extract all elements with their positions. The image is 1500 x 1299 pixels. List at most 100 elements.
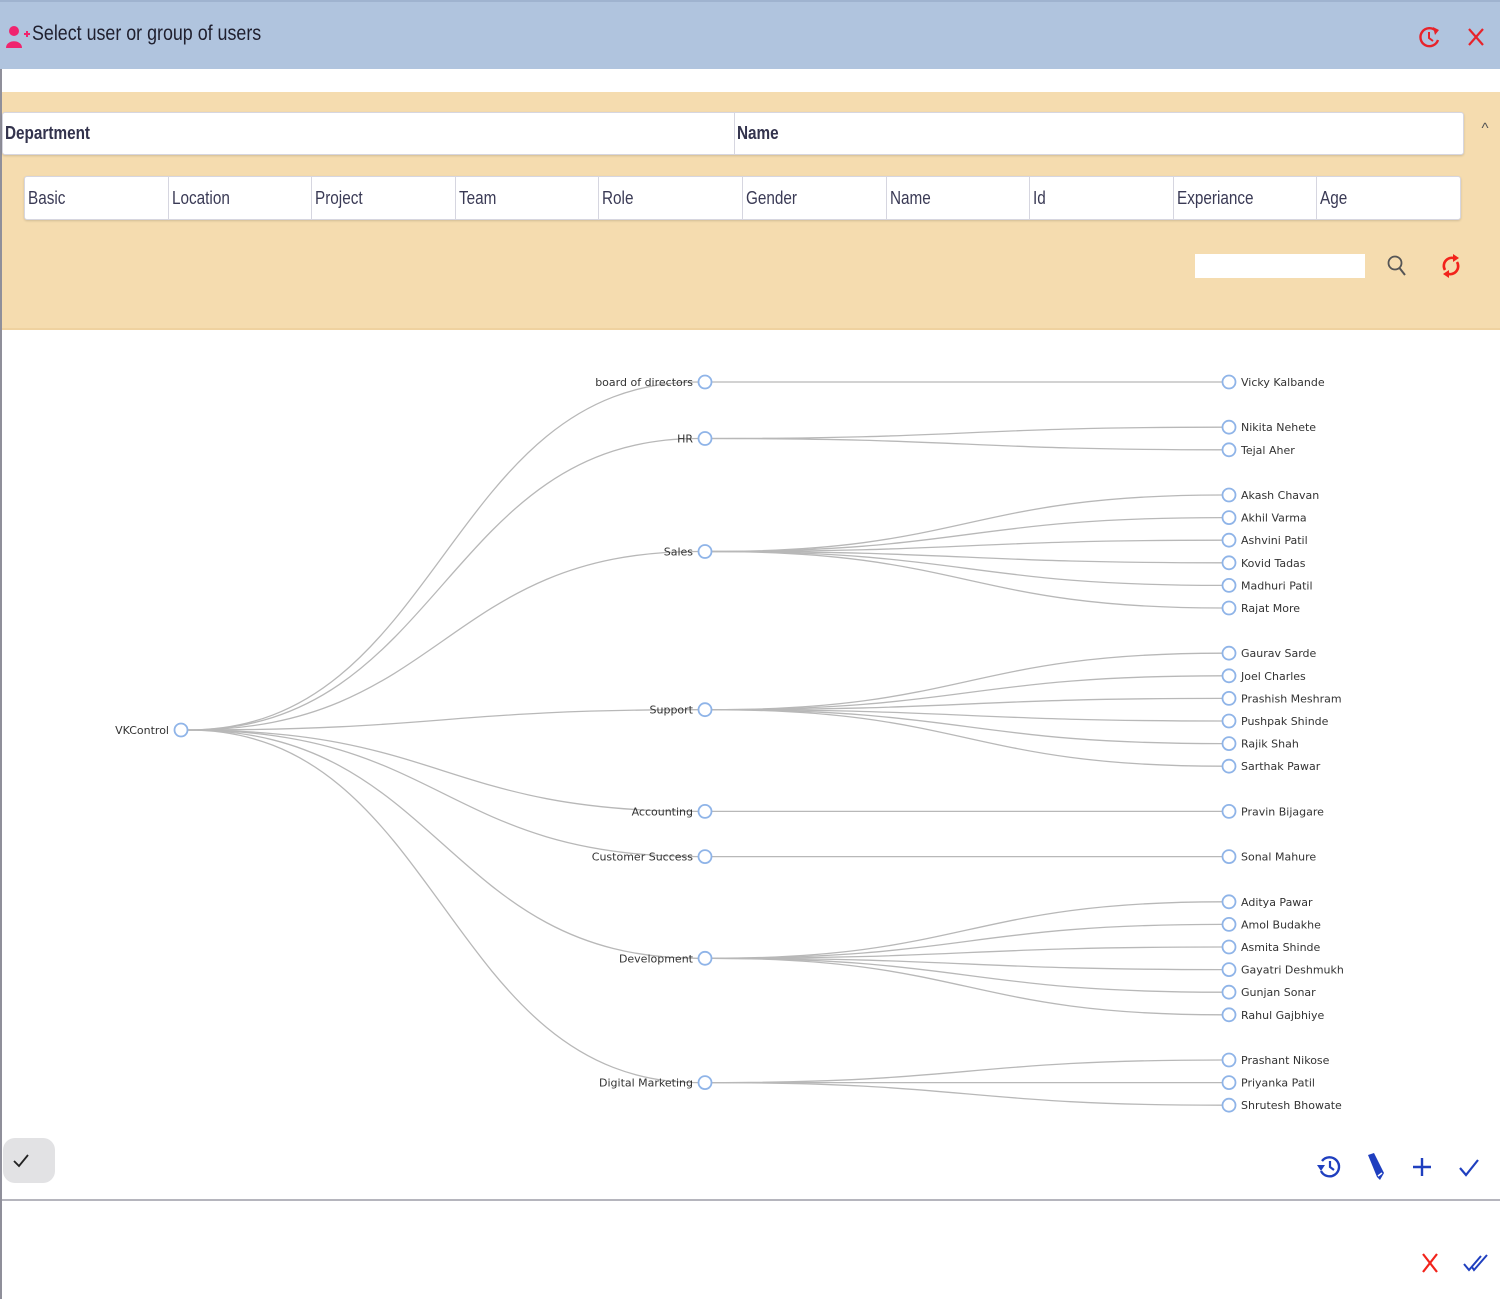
tree-user-label: Aditya Pawar	[1241, 896, 1313, 909]
tree-link	[711, 901, 1223, 959]
search-button[interactable]	[1384, 252, 1410, 280]
tree-link	[187, 729, 699, 1084]
tree-user-label: Joel Charles	[1240, 670, 1306, 683]
tree-node-user[interactable]	[1221, 374, 1237, 390]
tree-node-user[interactable]	[1221, 803, 1237, 819]
tree-user-label: Ashvini Patil	[1241, 534, 1308, 547]
tree-node-user[interactable]	[1221, 894, 1237, 910]
tree-user-label: Priyanka Patil	[1241, 1077, 1315, 1090]
tree-node-user[interactable]	[1221, 849, 1237, 864]
tree-user-label: Gayatri Deshmukh	[1241, 964, 1344, 977]
tree-node-user[interactable]	[1221, 532, 1237, 548]
org-tree-canvas: VKControl board of directors Vicky Kalband…	[115, 374, 1344, 1113]
history-button[interactable]	[1314, 1150, 1344, 1182]
check-icon	[1459, 1159, 1479, 1177]
tree-node-user[interactable]	[1221, 962, 1237, 977]
tree-node-user[interactable]	[1221, 1075, 1237, 1090]
tree-user-label: Sarthak Pawar	[1241, 760, 1321, 773]
history-icon	[1317, 1156, 1341, 1178]
tree-department-label: Support	[650, 704, 694, 717]
tree-node-user[interactable]	[1221, 668, 1237, 684]
tree-node-user[interactable]	[1221, 1007, 1237, 1023]
tree-node-user[interactable]	[1221, 690, 1237, 706]
tree-link	[711, 957, 1223, 1016]
tree-node-user[interactable]	[1221, 736, 1237, 752]
dialog-title: Select user or group of users	[32, 22, 262, 45]
tree-node-user[interactable]	[1221, 984, 1237, 1000]
history-button[interactable]	[1416, 22, 1444, 52]
search-input[interactable]	[1195, 254, 1365, 278]
tree-node-user[interactable]	[1221, 645, 1237, 661]
tree-node-user[interactable]	[1221, 939, 1237, 955]
tab-role[interactable]: Role	[598, 177, 742, 219]
tree-node-user[interactable]	[1221, 917, 1237, 932]
pen-icon	[1368, 1153, 1384, 1180]
tab-experiance[interactable]: Experiance	[1172, 177, 1317, 219]
tab-id[interactable]: Id	[1029, 177, 1173, 219]
history-icon	[1419, 26, 1440, 48]
tree-node-user[interactable]	[1221, 600, 1237, 616]
tree-link	[711, 1059, 1223, 1084]
tab-name[interactable]: Name	[885, 177, 1030, 219]
edit-button[interactable]	[1362, 1150, 1390, 1184]
attribute-tabs: Basic Location Project Team Role Gender …	[24, 176, 1461, 220]
tree-department-label: Accounting	[632, 805, 693, 818]
tree-department-label: Digital Marketing	[599, 1077, 693, 1090]
tab-age[interactable]: Age	[1316, 177, 1460, 219]
tab-gender[interactable]: Gender	[741, 177, 886, 219]
tree-node-user[interactable]	[1221, 419, 1237, 435]
tree-link	[711, 494, 1223, 553]
confirm-all-icon	[1463, 1254, 1488, 1272]
collapse-panel-button[interactable]: ^	[1476, 120, 1494, 140]
tree-node-user[interactable]	[1221, 1097, 1237, 1113]
refresh-button[interactable]	[1438, 250, 1464, 282]
tree-link	[711, 550, 1223, 609]
close-button[interactable]	[1462, 22, 1490, 52]
confirm-button[interactable]	[1455, 1152, 1483, 1182]
tree-node-department[interactable]	[697, 950, 713, 966]
tree-link	[711, 1081, 1223, 1106]
tree-node-user[interactable]	[1221, 442, 1237, 458]
tree-user-label: Kovid Tadas	[1241, 557, 1306, 570]
cancel-button[interactable]	[1417, 1249, 1443, 1277]
tree-node-user[interactable]	[1221, 555, 1237, 571]
tree-node-department[interactable]	[697, 1075, 713, 1090]
filter-column-name[interactable]: Name	[734, 113, 1463, 154]
tree-node-department[interactable]	[697, 374, 713, 390]
tree-user-label: Gaurav Sarde	[1241, 647, 1317, 660]
filter-column-department[interactable]: Department	[3, 113, 734, 154]
tree-node-user[interactable]	[1221, 713, 1237, 729]
tab-location[interactable]: Location	[167, 177, 312, 219]
tree-user-label: Rajat More	[1241, 602, 1300, 615]
tree-user-label: Pravin Bijagare	[1241, 805, 1324, 818]
tab-team[interactable]: Team	[454, 177, 599, 219]
dialog-title-bar: Select user or group of users	[0, 0, 1500, 69]
tree-node-department[interactable]	[697, 544, 713, 559]
tree-user-label: Gunjan Sonar	[1241, 986, 1316, 999]
user-plus-icon	[6, 26, 30, 48]
tree-node-user[interactable]	[1221, 758, 1237, 774]
tree-link	[711, 652, 1223, 711]
tree-node-root[interactable]	[173, 722, 189, 738]
tree-node-department[interactable]	[697, 849, 713, 864]
tree-user-label: Prashant Nikose	[1241, 1054, 1330, 1067]
tree-node-department[interactable]	[697, 702, 713, 718]
tab-basic[interactable]: Basic	[25, 177, 168, 219]
tree-user-label: Shrutesh Bhowate	[1241, 1099, 1342, 1112]
add-button[interactable]	[1408, 1152, 1436, 1182]
apply-chip[interactable]	[3, 1138, 55, 1183]
check-icon	[13, 1153, 29, 1167]
tree-link	[711, 426, 1223, 440]
tab-project[interactable]: Project	[311, 177, 455, 219]
tree-node-user[interactable]	[1221, 1052, 1237, 1068]
tree-user-label: Madhuri Patil	[1241, 579, 1313, 592]
tree-node-user[interactable]	[1221, 487, 1237, 503]
tree-user-label: Amol Budakhe	[1241, 918, 1321, 931]
tree-department-label: Customer Success	[592, 851, 693, 864]
tree-node-department[interactable]	[697, 431, 713, 446]
tree-node-department[interactable]	[697, 803, 713, 819]
confirm-all-button[interactable]	[1460, 1249, 1492, 1277]
tree-node-user[interactable]	[1221, 577, 1237, 593]
tree-user-label: Pushpak Shinde	[1241, 715, 1329, 728]
tree-node-user[interactable]	[1221, 510, 1237, 526]
